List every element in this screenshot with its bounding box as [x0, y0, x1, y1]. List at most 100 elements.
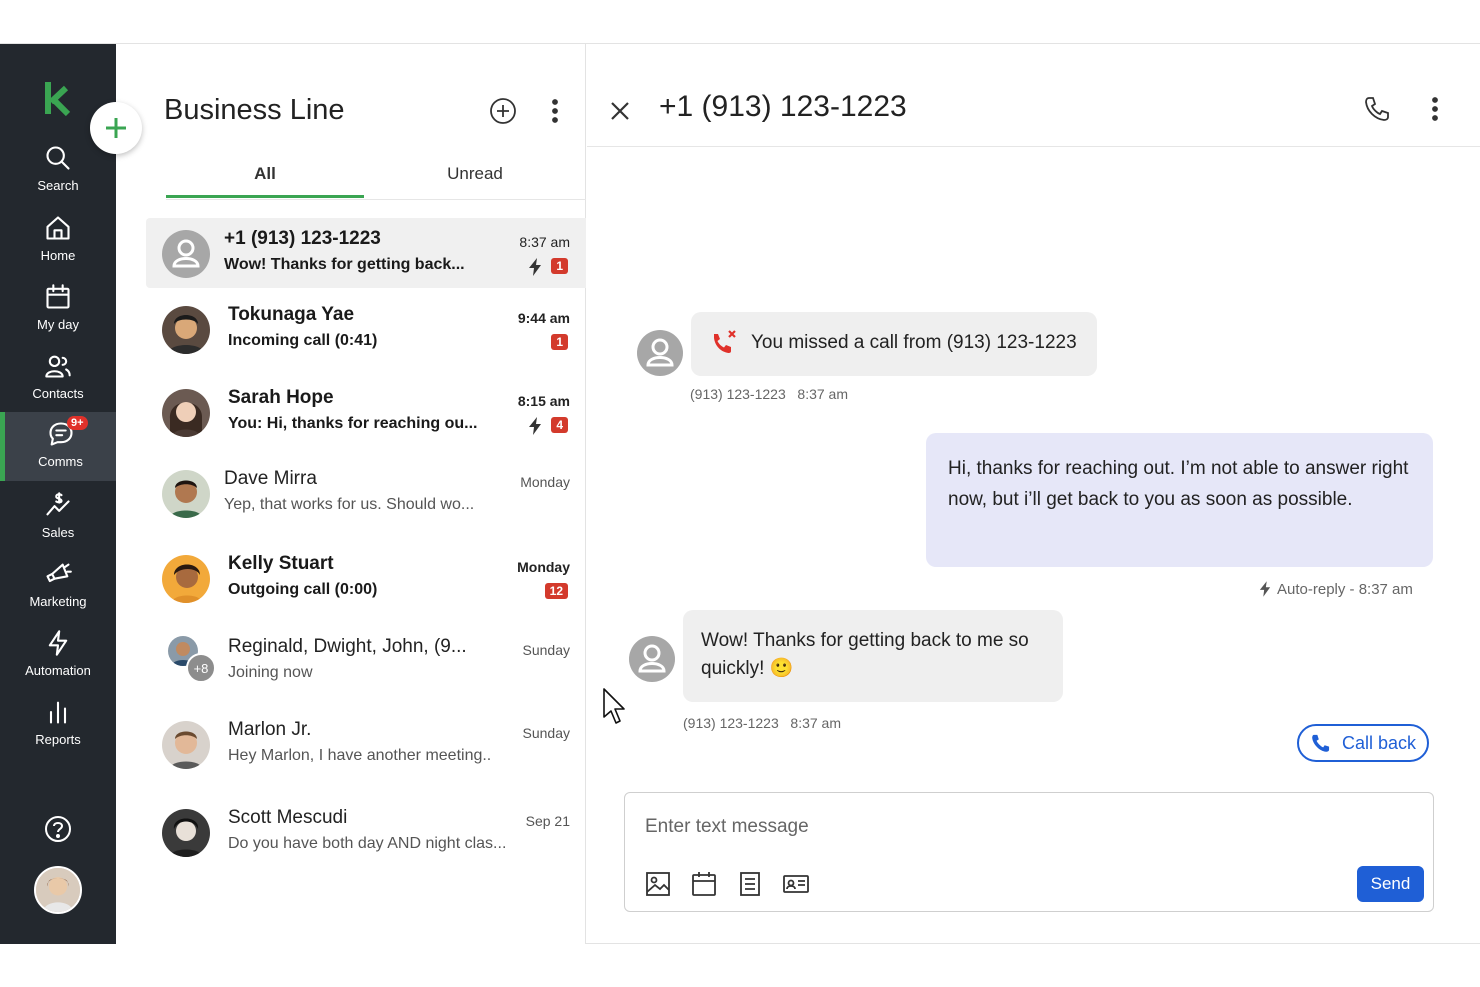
- send-button[interactable]: Send: [1357, 866, 1424, 902]
- contacts-icon: [45, 355, 71, 378]
- nav-label: Home: [40, 248, 76, 263]
- user-avatar[interactable]: [34, 866, 82, 914]
- phone-icon[interactable]: [1362, 94, 1392, 124]
- conversation-time: Sep 21: [525, 813, 570, 829]
- conversation-header: +1 (913) 123-1223: [587, 44, 1480, 147]
- nav-item-home[interactable]: Home: [0, 206, 116, 274]
- header-actions: [1362, 94, 1450, 124]
- unread-badge: 1: [551, 258, 568, 274]
- outgoing-bubble: Hi, thanks for reaching out. I’m not abl…: [926, 433, 1433, 567]
- nav-label: Sales: [41, 525, 75, 540]
- unread-badge: 1: [551, 334, 568, 350]
- conversation-name: Scott Mescudi: [228, 807, 348, 828]
- contact-photo-icon: [162, 389, 210, 437]
- unread-badge: 4: [551, 417, 568, 433]
- keap-logo-icon[interactable]: [44, 80, 72, 116]
- conversation-item[interactable]: Scott Mescudi Do you have both day AND n…: [146, 797, 586, 867]
- conversation-preview: Hey Marlon, I have another meeting..: [228, 747, 492, 764]
- avatar: [162, 306, 210, 354]
- conversation-name: +1 (913) 123-1223: [224, 228, 381, 249]
- nav-item-sales[interactable]: Sales: [0, 483, 116, 551]
- message-input[interactable]: [645, 813, 1405, 841]
- avatar: [162, 230, 210, 278]
- conversation-preview: Incoming call (0:41): [228, 332, 378, 349]
- bolt-icon: [48, 630, 68, 656]
- nav-label: Automation: [25, 663, 91, 678]
- list-tabs: All Unread: [166, 156, 586, 200]
- conversation-item[interactable]: Dave Mirra Yep, that works for us. Shoul…: [146, 458, 586, 528]
- sender-avatar: [637, 330, 683, 376]
- search-icon: [46, 146, 70, 170]
- conversation-item[interactable]: Kelly Stuart Outgoing call (0:00) Monday…: [146, 543, 586, 613]
- calendar-icon[interactable]: [691, 871, 717, 897]
- more-vertical-icon[interactable]: [1420, 94, 1450, 124]
- avatar: [162, 555, 210, 603]
- conversation-name: Kelly Stuart: [228, 553, 334, 574]
- conversation-time: Sunday: [522, 642, 570, 658]
- conversation-item[interactable]: +8 Reginald, Dwight, John, (9... Joining…: [146, 626, 586, 696]
- list-actions: [488, 96, 570, 126]
- conversation-name: Marlon Jr.: [228, 719, 312, 740]
- user-photo-icon: [36, 868, 80, 912]
- composer-tools: [645, 871, 809, 897]
- message-text: Wow! Thanks for getting back to me so qu…: [701, 630, 1029, 679]
- close-icon[interactable]: [609, 100, 631, 122]
- call-back-button[interactable]: Call back: [1297, 724, 1429, 762]
- nav-item-automation[interactable]: Automation: [0, 621, 116, 689]
- conversation-item[interactable]: +1 (913) 123-1223 Wow! Thanks for gettin…: [146, 218, 586, 288]
- nav-item-contacts[interactable]: Contacts: [0, 344, 116, 412]
- calendar-icon: [46, 284, 70, 309]
- list-title: Business Line: [164, 94, 345, 126]
- avatar: [162, 470, 210, 518]
- incoming-bubble: Wow! Thanks for getting back to me so qu…: [683, 610, 1063, 702]
- document-icon[interactable]: [737, 871, 763, 897]
- plus-icon: [106, 118, 126, 138]
- nav-item-my-day[interactable]: My day: [0, 275, 116, 343]
- conversation-time: Sunday: [522, 725, 570, 741]
- conversation-time: 9:44 am: [517, 310, 570, 326]
- conversation-name: Reginald, Dwight, John, (9...: [228, 636, 467, 657]
- help-icon[interactable]: [43, 814, 73, 844]
- image-icon[interactable]: [645, 871, 671, 897]
- contact-photo-icon: [162, 470, 210, 518]
- nav-item-reports[interactable]: Reports: [0, 690, 116, 758]
- person-placeholder-icon: [646, 338, 674, 367]
- conversation-preview: Joining now: [228, 664, 313, 681]
- contact-card-icon[interactable]: [783, 871, 809, 897]
- mouse-cursor-icon: [603, 688, 625, 724]
- conversation-preview: You: Hi, thanks for reaching ou...: [228, 415, 478, 432]
- nav-item-comms[interactable]: 9+ Comms: [0, 412, 116, 481]
- tab-all[interactable]: All: [166, 156, 364, 198]
- avatar: [162, 721, 210, 769]
- unread-badge: 12: [544, 583, 568, 599]
- conversation-time: 8:15 am: [517, 393, 570, 409]
- bolt-icon: [529, 417, 541, 435]
- person-placeholder-icon: [172, 239, 200, 268]
- conversation-time: Monday: [520, 474, 570, 490]
- nav-label: Reports: [35, 732, 81, 747]
- more-vertical-icon[interactable]: [540, 96, 570, 126]
- conversation-item[interactable]: Marlon Jr. Hey Marlon, I have another me…: [146, 709, 586, 779]
- missed-call-bubble: You missed a call from (913) 123-1223: [691, 312, 1097, 376]
- call-back-label: Call back: [1341, 732, 1417, 753]
- sender-avatar: [629, 636, 675, 682]
- avatar: [162, 809, 210, 857]
- conversation-title: +1 (913) 123-1223: [659, 90, 907, 123]
- nav-item-marketing[interactable]: Marketing: [0, 552, 116, 620]
- tab-unread[interactable]: Unread: [376, 156, 574, 198]
- missed-call-icon: [714, 330, 736, 353]
- conversation-item[interactable]: Sarah Hope You: Hi, thanks for reaching …: [146, 377, 586, 447]
- nav-label: Contacts: [32, 386, 84, 401]
- conversation-preview: Yep, that works for us. Should wo...: [224, 496, 475, 513]
- contact-photo-icon: [162, 721, 210, 769]
- sales-icon: [46, 492, 70, 516]
- new-item-button[interactable]: [90, 102, 142, 154]
- add-circle-icon[interactable]: [488, 96, 518, 126]
- conversation-time: Monday: [517, 559, 570, 575]
- nav-rail: Search Home My day Contacts 9+ Comms Sal…: [0, 44, 116, 944]
- message-meta: Auto-reply - 8:37 am: [1259, 580, 1413, 598]
- nav-label: My day: [37, 317, 79, 332]
- conversation-item[interactable]: Tokunaga Yae Incoming call (0:41) 9:44 a…: [146, 294, 586, 364]
- contact-photo-icon: [162, 555, 210, 603]
- bolt-icon: [1259, 581, 1271, 597]
